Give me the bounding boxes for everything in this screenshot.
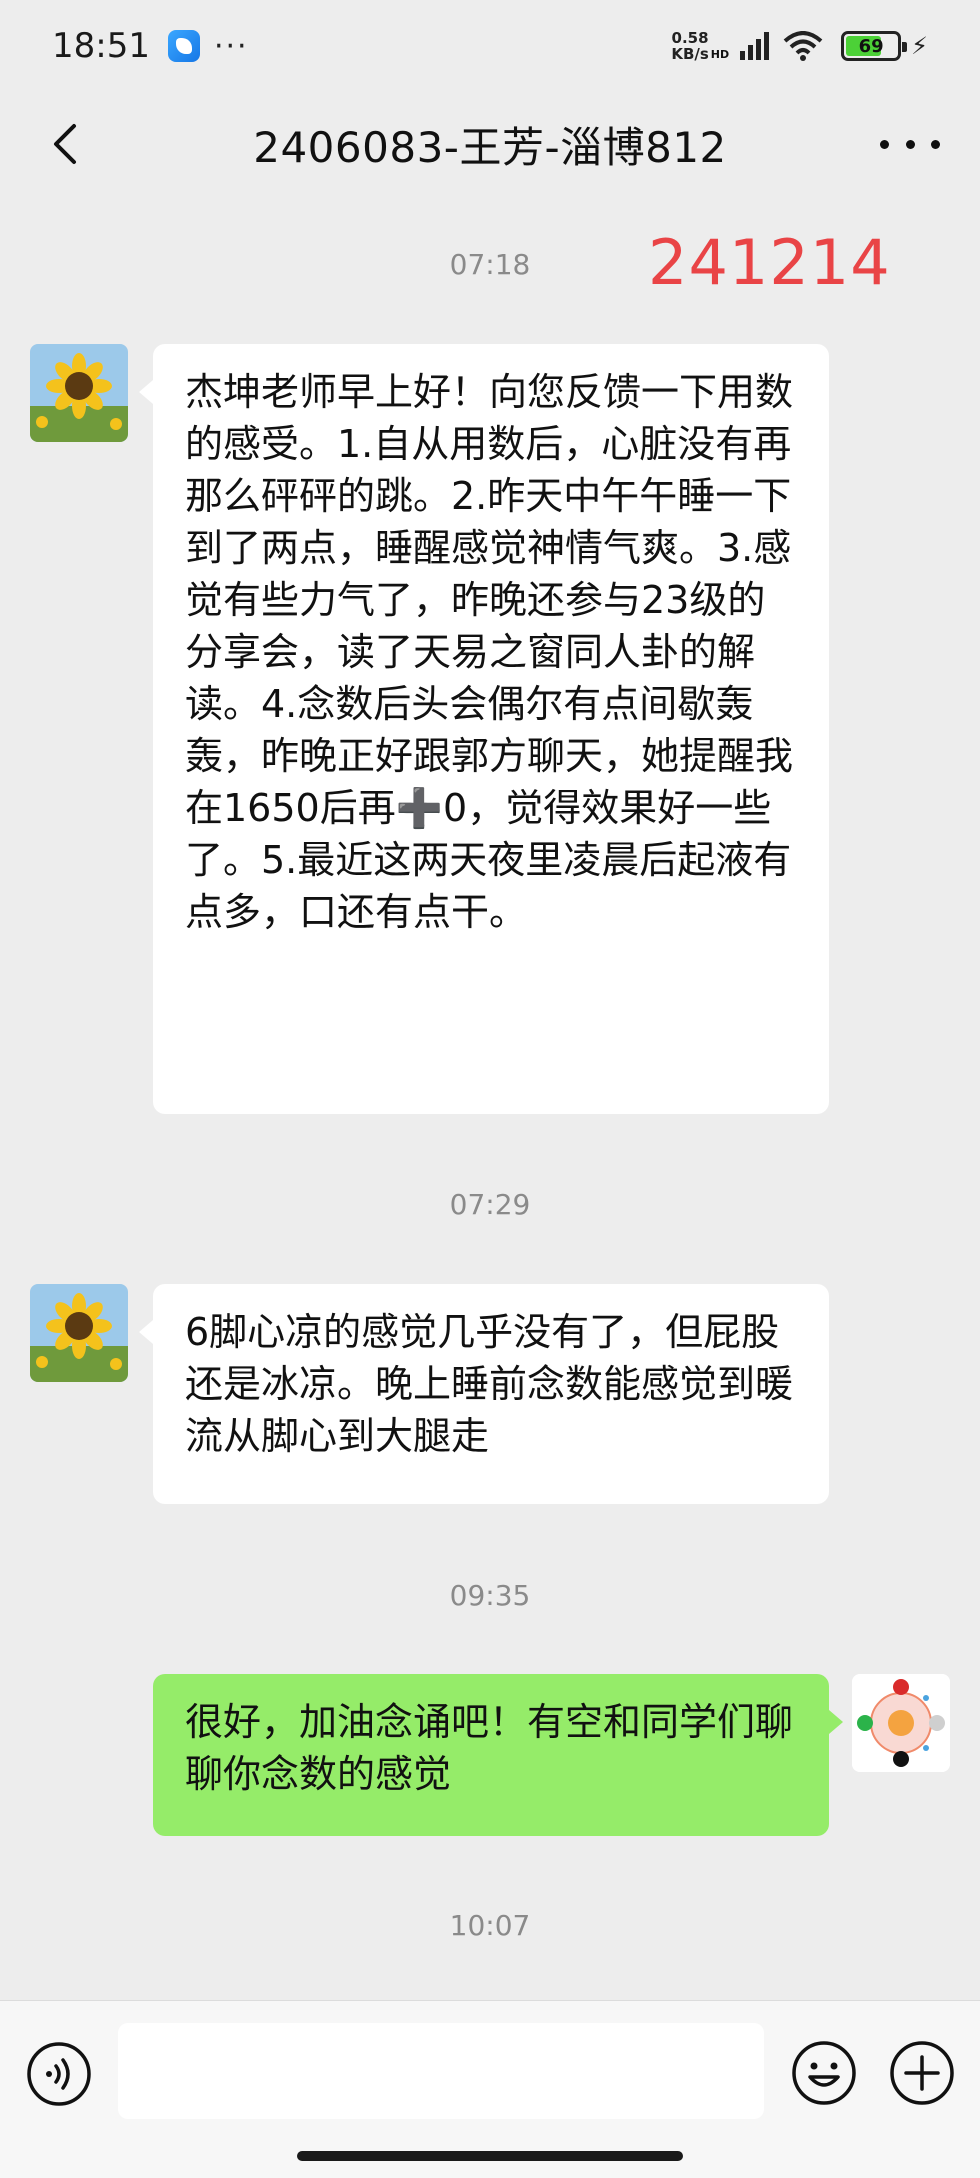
contact-avatar[interactable] bbox=[30, 344, 128, 442]
status-bar: 18:51 ··· 0.58 KB/s HD 69 ⚡ bbox=[0, 0, 980, 92]
dot-icon bbox=[880, 139, 889, 149]
message-bubble-incoming[interactable]: 6脚心凉的感觉几乎没有了，但屁股还是冰凉。晚上睡前念数能感觉到暖流从脚心到大腿走 bbox=[139, 1284, 829, 1504]
signal-icon bbox=[740, 32, 770, 60]
contact-avatar[interactable] bbox=[30, 1284, 128, 1382]
more-functions-button[interactable] bbox=[888, 2039, 956, 2107]
home-indicator[interactable] bbox=[297, 2151, 683, 2161]
battery-percent: 69 bbox=[858, 35, 884, 57]
status-time: 18:51 bbox=[52, 26, 150, 66]
dot-icon bbox=[905, 139, 915, 149]
battery-icon: 69 bbox=[841, 31, 908, 61]
message-timestamp: 07:29 bbox=[449, 1188, 531, 1221]
message-bubble-outgoing[interactable]: 很好，加油念诵吧！有空和同学们聊聊你念数的感觉 bbox=[153, 1674, 843, 1836]
message-timestamp: 09:35 bbox=[449, 1579, 531, 1612]
charging-icon: ⚡ bbox=[911, 32, 928, 60]
network-speed: 0.58 KB/s bbox=[671, 29, 709, 63]
message-timestamp: 10:07 bbox=[449, 1909, 531, 1942]
input-bar bbox=[0, 2000, 980, 2178]
app-notification-icon bbox=[167, 30, 200, 62]
message-bubble-incoming[interactable]: 杰坤老师早上好！向您反馈一下用数的感受。1.自从用数后，心脏没有再那么砰砰的跳。… bbox=[139, 344, 829, 1114]
hd-badge: HD bbox=[710, 48, 730, 61]
back-button[interactable] bbox=[40, 118, 92, 170]
my-avatar[interactable] bbox=[852, 1674, 950, 1772]
chat-title: 2406083-王芳-淄博812 bbox=[253, 122, 727, 172]
wifi-icon bbox=[783, 31, 823, 61]
sunflower-icon bbox=[30, 344, 128, 442]
message-timestamp: 07:18 bbox=[449, 248, 531, 281]
more-options-button[interactable] bbox=[880, 126, 940, 162]
chat-header: 2406083-王芳-淄博812 bbox=[0, 92, 980, 196]
more-notifications-icon: ··· bbox=[213, 28, 249, 64]
message-input[interactable] bbox=[118, 2023, 764, 2119]
status-indicators: 0.58 KB/s HD 69 ⚡ bbox=[671, 30, 928, 62]
sunflower-icon bbox=[30, 1284, 128, 1382]
voice-input-button[interactable] bbox=[26, 2041, 92, 2107]
dot-icon bbox=[931, 139, 940, 149]
circular-diagram-avatar-icon bbox=[852, 1674, 950, 1772]
emoji-button[interactable] bbox=[790, 2039, 858, 2107]
